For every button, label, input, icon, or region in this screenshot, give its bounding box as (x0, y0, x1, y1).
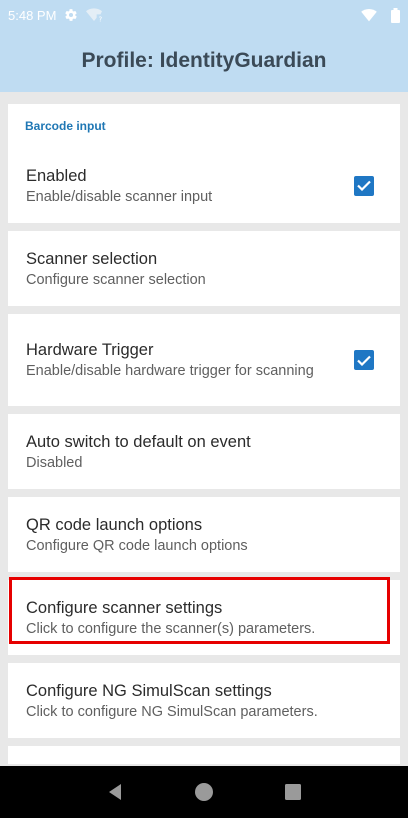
pref-summary: Enable/disable scanner input (26, 188, 213, 205)
enabled-checkbox[interactable] (354, 175, 374, 196)
divider (8, 489, 400, 497)
check-icon (357, 355, 371, 366)
pref-summary: Click to configure the scanner(s) parame… (26, 620, 316, 637)
navigation-bar (0, 766, 408, 818)
pref-title: Configure NG SimulScan settings (26, 681, 272, 700)
pref-title: Hardware Trigger (26, 341, 154, 359)
pref-summary: Configure QR code launch options (26, 537, 248, 554)
hardware-trigger-checkbox[interactable] (354, 350, 374, 370)
divider (8, 406, 400, 414)
wifi-question-icon: ? (86, 8, 103, 22)
pref-title: QR code launch options (26, 515, 203, 534)
divider (8, 306, 400, 314)
divider (8, 655, 400, 663)
pref-summary: Enable/disable hardware trigger for scan… (26, 363, 314, 379)
preferences-list: Barcode input Enabled Enable/disable sca… (8, 104, 400, 764)
pref-summary: Disabled (26, 454, 83, 471)
home-icon[interactable] (184, 772, 224, 812)
gear-icon (64, 8, 78, 22)
pref-hardware-trigger[interactable]: Hardware Trigger Enable/disable hardware… (8, 314, 400, 406)
section-header-barcode-input: Barcode input (25, 119, 106, 133)
recents-icon[interactable] (273, 772, 313, 812)
pref-title: Scanner selection (26, 249, 158, 268)
pref-scanner-selection[interactable]: Scanner selection Configure scanner sele… (8, 231, 400, 306)
wifi-icon (361, 8, 377, 22)
battery-icon (391, 7, 400, 23)
svg-text:?: ? (99, 16, 102, 22)
pref-configure-ng-simulscan[interactable]: Configure NG SimulScan settings Click to… (8, 663, 400, 738)
pref-title: Configure scanner settings (26, 598, 223, 617)
app-bar: Profile: IdentityGuardian (0, 30, 408, 92)
back-icon[interactable] (95, 772, 135, 812)
status-time: 5:48 PM (8, 7, 57, 23)
divider (8, 572, 400, 580)
pref-configure-scanner-settings[interactable]: Configure scanner settings Click to conf… (8, 580, 400, 655)
pref-title: Auto switch to default on event (26, 432, 251, 451)
check-icon (357, 180, 371, 191)
divider (8, 223, 400, 231)
pref-summary: Click to configure NG SimulScan paramete… (26, 703, 318, 720)
pref-title: Enabled (26, 166, 87, 185)
divider (8, 738, 400, 746)
pref-auto-switch[interactable]: Auto switch to default on event Disabled (8, 414, 400, 489)
page-title: Profile: IdentityGuardian (81, 49, 327, 72)
status-bar: 5:48 PM ? (0, 0, 408, 30)
pref-enabled[interactable]: Enabled Enable/disable scanner input (8, 148, 400, 223)
pref-summary: Configure scanner selection (26, 271, 206, 288)
pref-qr-code-launch[interactable]: QR code launch options Configure QR code… (8, 497, 400, 572)
